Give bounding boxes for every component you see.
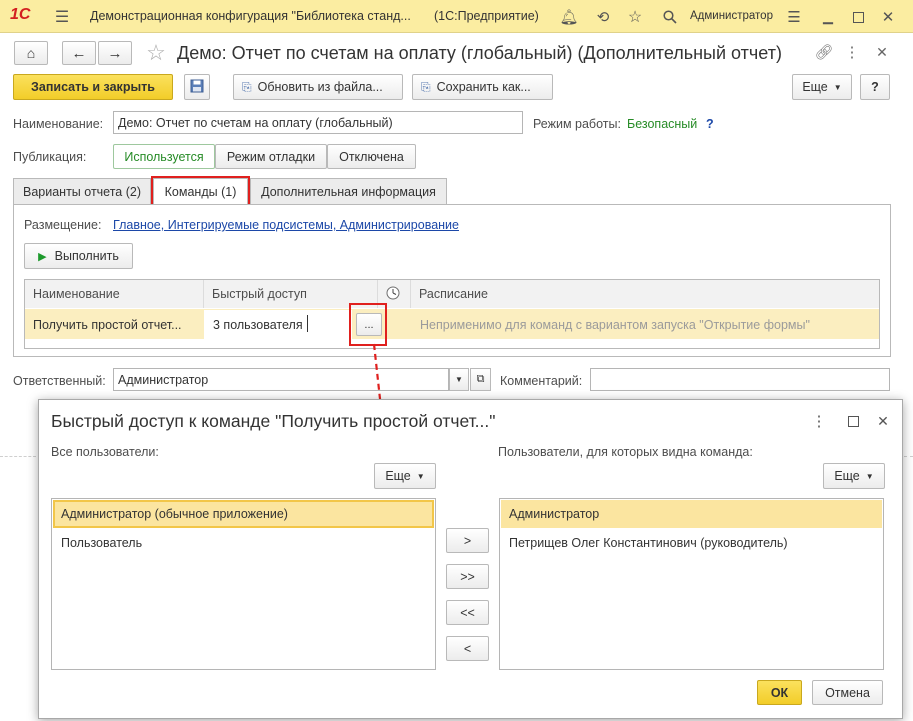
minimize-icon[interactable]: ▁ bbox=[818, 7, 838, 27]
form-more-icon[interactable]: ⋮ bbox=[845, 42, 860, 62]
comment-input[interactable] bbox=[590, 368, 890, 391]
name-label: Наименование: bbox=[13, 117, 104, 131]
add-all-button[interactable]: >> bbox=[446, 564, 489, 589]
dropdown-arrow-icon: ▼ bbox=[455, 375, 463, 384]
app-title-bar: 1С ☰ Демонстрационная конфигурация "Библ… bbox=[0, 0, 913, 33]
save-close-button[interactable]: Записать и закрыть bbox=[13, 74, 173, 100]
visible-users-label: Пользователи, для которых видна команда: bbox=[498, 445, 753, 459]
ok-button[interactable]: ОК bbox=[757, 680, 802, 705]
column-schedule[interactable]: Расписание bbox=[411, 280, 879, 308]
save-button[interactable] bbox=[184, 74, 210, 100]
column-name[interactable]: Наименование bbox=[25, 280, 204, 308]
form-close-icon[interactable]: ✕ bbox=[872, 42, 892, 62]
publication-label: Публикация: bbox=[13, 150, 87, 164]
floppy-disk-icon bbox=[190, 79, 204, 96]
chevron-down-icon: ▼ bbox=[416, 471, 425, 481]
current-user[interactable]: Администратор bbox=[690, 10, 773, 22]
search-icon[interactable] bbox=[659, 6, 681, 28]
chevron-down-icon: ▼ bbox=[865, 471, 874, 481]
dialog-close-icon[interactable]: ✕ bbox=[873, 411, 893, 431]
form-title: Демо: Отчет по счетам на оплату (глобаль… bbox=[177, 43, 782, 63]
update-from-file-button[interactable]: ⎘ Обновить из файла... bbox=[233, 74, 403, 100]
background-edge-right bbox=[904, 456, 913, 464]
all-users-label: Все пользователи: bbox=[51, 445, 159, 459]
remove-selected-button[interactable]: < bbox=[446, 636, 489, 661]
favorite-star-icon[interactable]: ☆ bbox=[144, 40, 168, 66]
bell-icon[interactable]: 🔔︎ bbox=[558, 6, 580, 28]
add-selected-button[interactable]: > bbox=[446, 528, 489, 553]
visible-users-list[interactable]: Администратор Петрищев Олег Константинов… bbox=[499, 498, 884, 670]
all-users-more-button[interactable]: Еще ▼ bbox=[374, 463, 436, 489]
dialog-maximize-icon[interactable] bbox=[843, 411, 863, 431]
remove-all-button[interactable]: << bbox=[446, 600, 489, 625]
quick-access-dialog: Быстрый доступ к команде "Получить прост… bbox=[38, 399, 903, 719]
tab-additional-info[interactable]: Дополнительная информация bbox=[250, 178, 447, 204]
responsible-label: Ответственный: bbox=[13, 374, 106, 388]
row-command-name[interactable]: Получить простой отчет... bbox=[33, 318, 182, 332]
tab-report-variants[interactable]: Варианты отчета (2) bbox=[13, 178, 151, 204]
link-icon[interactable]: 🔗︎ bbox=[814, 42, 834, 62]
close-app-icon[interactable]: ✕ bbox=[878, 7, 898, 27]
save-as-icon: ⎘ bbox=[421, 79, 431, 94]
name-input[interactable]: Демо: Отчет по счетам на оплату (глобаль… bbox=[113, 111, 523, 134]
responsible-dropdown-button[interactable]: ▼ bbox=[449, 368, 469, 391]
clock-icon bbox=[386, 286, 400, 303]
cancel-button[interactable]: Отмена bbox=[812, 680, 883, 705]
back-button[interactable]: ← bbox=[62, 41, 96, 65]
responsible-open-button[interactable]: ⧉ bbox=[470, 368, 491, 391]
background-edge-left bbox=[0, 456, 36, 464]
settings-menu-icon[interactable]: ☰ bbox=[784, 7, 804, 27]
list-item[interactable]: Администратор (обычное приложение) bbox=[53, 500, 434, 528]
publication-debug[interactable]: Режим отладки bbox=[215, 144, 327, 169]
text-cursor bbox=[307, 315, 308, 332]
mode-label: Режим работы: bbox=[533, 117, 621, 131]
list-item[interactable]: Администратор bbox=[501, 500, 882, 528]
arrow-left-icon: ← bbox=[71, 44, 87, 62]
run-button[interactable]: ▶ Выполнить bbox=[24, 243, 133, 269]
maximize-icon[interactable] bbox=[848, 7, 868, 27]
dialog-title: Быстрый доступ к команде "Получить прост… bbox=[51, 411, 496, 431]
placement-link[interactable]: Главное, Интегрируемые подсистемы, Админ… bbox=[113, 218, 459, 232]
update-file-icon: ⎘ bbox=[242, 79, 252, 94]
app-title: Демонстрационная конфигурация "Библиотек… bbox=[90, 9, 411, 23]
favorites-star-icon[interactable]: ☆ bbox=[624, 6, 646, 28]
arrow-right-icon: → bbox=[107, 44, 123, 62]
mode-help-icon[interactable]: ? bbox=[706, 117, 714, 131]
all-users-list[interactable]: Администратор (обычное приложение) Польз… bbox=[51, 498, 436, 670]
visible-users-more-button[interactable]: Еще ▼ bbox=[823, 463, 885, 489]
open-icon: ⧉ bbox=[476, 373, 485, 385]
dialog-more-icon[interactable]: ⋮ bbox=[812, 411, 827, 431]
app-platform: (1С:Предприятие) bbox=[434, 9, 539, 23]
list-item[interactable]: Петрищев Олег Константинович (руководите… bbox=[501, 529, 882, 557]
app-logo[interactable]: 1С bbox=[10, 6, 30, 24]
comment-label: Комментарий: bbox=[500, 374, 583, 388]
chevron-down-icon: ▼ bbox=[833, 82, 842, 92]
play-icon: ▶ bbox=[38, 250, 47, 263]
menu-icon[interactable]: ☰ bbox=[52, 7, 72, 27]
placement-label: Размещение: bbox=[24, 218, 102, 232]
history-icon[interactable]: ⟲ bbox=[592, 6, 614, 28]
row-schedule: Неприменимо для команд с вариантом запус… bbox=[420, 318, 810, 332]
save-as-button[interactable]: ⎘ Сохранить как... bbox=[412, 74, 553, 100]
forward-button[interactable]: → bbox=[98, 41, 132, 65]
home-icon: ⌂ bbox=[26, 45, 36, 61]
help-button[interactable]: ? bbox=[860, 74, 890, 100]
mode-value[interactable]: Безопасный bbox=[627, 117, 697, 131]
list-item[interactable]: Пользователь bbox=[53, 529, 434, 557]
quick-access-value[interactable]: 3 пользователя bbox=[213, 318, 303, 332]
more-button[interactable]: Еще ▼ bbox=[792, 74, 852, 100]
home-button[interactable]: ⌂ bbox=[14, 41, 48, 65]
publication-disabled[interactable]: Отключена bbox=[327, 144, 416, 169]
publication-used[interactable]: Используется bbox=[113, 144, 215, 169]
